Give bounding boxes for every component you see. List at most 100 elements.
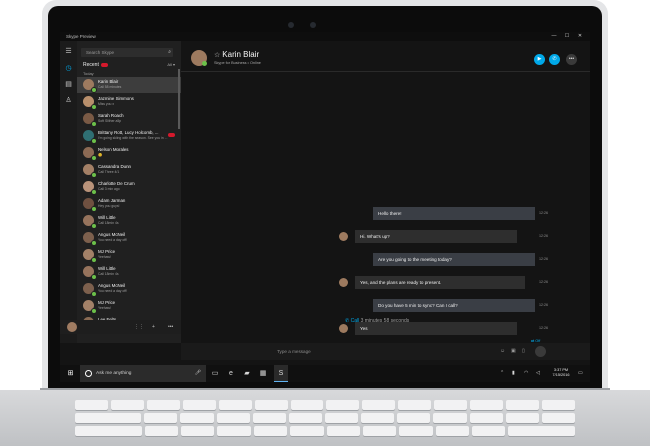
people-icon[interactable]: ♙	[63, 95, 74, 106]
maximize-button[interactable]: ☐	[561, 32, 573, 41]
contact-name[interactable]: ☆ Karin Blair	[214, 50, 259, 59]
sender-avatar	[339, 278, 348, 287]
panel-bottom-bar: ⋮⋮ + •••	[60, 320, 181, 334]
recent-icon[interactable]: ◷	[63, 63, 74, 74]
message-time: 12:26	[539, 234, 548, 238]
notification-icon[interactable]: ▭	[578, 365, 583, 382]
emoji-icon[interactable]: ☺	[500, 343, 505, 360]
more-options-icon[interactable]: •••	[168, 320, 173, 334]
contact-last-message: You need a day off!	[98, 289, 128, 293]
clock[interactable]: 3:37 PM 7/15/2016	[547, 368, 575, 378]
clock-date: 7/15/2016	[552, 373, 570, 377]
recent-label: Recent	[83, 62, 99, 68]
network-icon[interactable]: ▮	[512, 365, 515, 382]
dialpad-icon[interactable]: ⋮⋮	[134, 320, 144, 334]
contact-name: Jazmine Simmons	[98, 96, 134, 101]
contacts-icon[interactable]: ▤	[63, 79, 74, 90]
hamburger-icon[interactable]: ☰	[63, 46, 74, 57]
contact-last-message: Call 58 minutes	[98, 85, 122, 89]
contact-item[interactable]: Sarah Roach Soft Slither a5p	[77, 111, 181, 127]
contact-item[interactable]: MJ Price Yeehaw!	[77, 298, 181, 314]
contact-name: MJ Price	[98, 300, 116, 305]
contact-item[interactable]: Charlotte De Crum Call 3 min ago	[77, 179, 181, 195]
attach-icon[interactable]: ▯	[522, 343, 525, 360]
message-time: 12:26	[539, 280, 548, 284]
window-title: Skype Preview	[66, 34, 96, 39]
audio-call-icon[interactable]: ✆	[549, 54, 560, 65]
taskbar: ⊞ Ask me anything 🎤︎ ▭ e ▰ ▦ S ⌃ ▮ ◠ ◁ 3…	[60, 365, 590, 382]
camera-lens	[310, 22, 316, 28]
search-icon: ⌕	[168, 49, 171, 55]
close-button[interactable]: ✕	[574, 32, 586, 41]
presence-dot	[91, 87, 97, 93]
contact-last-message: Hey you guys!	[98, 204, 120, 208]
contact-name: Angus McNeil	[98, 283, 126, 288]
presence-dot	[91, 274, 97, 280]
contact-item[interactable]: Will Little Call 18min 4s	[77, 213, 181, 229]
windows-start-icon[interactable]: ⊞	[64, 365, 77, 382]
recent-header[interactable]: Recent	[83, 61, 108, 69]
contact-name: Will Little	[98, 215, 116, 220]
contact-item[interactable]: Nelson Morales 😊	[77, 145, 181, 161]
contact-item[interactable]: Cassandra Dunn Call Three 4/1	[77, 162, 181, 178]
contact-name: Karin Blair	[98, 79, 119, 84]
compose-bar: Type a message ☺ ▣ ▯	[181, 343, 590, 360]
presence-dot	[91, 291, 97, 297]
volume-icon[interactable]: ◁	[536, 365, 540, 382]
contact-item[interactable]: Jazmine Simmons Miss you x	[77, 94, 181, 110]
contact-item[interactable]: Angus McNeil You need a day off!	[77, 230, 181, 246]
send-button[interactable]	[535, 346, 546, 357]
contact-item[interactable]: Adam Jarman Hey you guys!	[77, 196, 181, 212]
tray-overflow-icon[interactable]: ⌃	[500, 365, 504, 382]
incoming-message[interactable]: Yes, and the plans are ready to present.	[355, 276, 525, 289]
unread-badge	[100, 62, 108, 67]
contact-item[interactable]: Brittany Rott, Lucy Holcomb, ... I'm goin…	[77, 128, 181, 144]
contact-item[interactable]: Will Little Call 18min 4s	[77, 264, 181, 280]
contact-last-message: 😊	[98, 153, 103, 157]
image-icon[interactable]: ▣	[511, 343, 516, 360]
skype-icon[interactable]: S	[274, 365, 288, 382]
contact-last-message: Miss you x	[98, 102, 115, 106]
contact-last-message: Call 18min 4s	[98, 221, 119, 225]
cortana-search[interactable]: Ask me anything 🎤︎	[80, 365, 206, 382]
contact-status: Skype for Business • Online	[214, 61, 261, 65]
call-label: Call	[350, 318, 360, 324]
store-icon[interactable]: ▦	[256, 365, 270, 382]
contact-item[interactable]: Karin Blair Call 58 minutes	[77, 77, 181, 93]
message-time: 12:26	[539, 257, 548, 261]
add-icon[interactable]: +	[152, 320, 155, 334]
microphone-icon[interactable]: 🎤︎	[195, 365, 201, 382]
task-view-icon[interactable]: ▭	[208, 365, 222, 382]
minimize-button[interactable]: —	[548, 32, 560, 41]
presence-dot	[91, 257, 97, 263]
nav-rail: ☰ ◷ ▤ ♙ ⚙	[60, 41, 77, 343]
search-placeholder: Search Skype	[86, 50, 115, 55]
sender-avatar	[339, 324, 348, 333]
outgoing-message[interactable]: Are you going to the meeting today?	[373, 253, 535, 266]
compose-input[interactable]: Type a message	[277, 343, 311, 360]
outgoing-message[interactable]: Hello there!	[373, 207, 535, 220]
video-call-icon[interactable]: ▶	[534, 54, 545, 65]
contact-last-message: Call 18min 4s	[98, 272, 119, 276]
contact-name: Sarah Roach	[98, 113, 124, 118]
contact-item[interactable]: MJ Price Yeehaw!	[77, 247, 181, 263]
contact-last-message: Yeehaw!	[98, 306, 111, 310]
file-explorer-icon[interactable]: ▰	[240, 365, 254, 382]
favorite-star-icon[interactable]: ☆	[214, 52, 220, 59]
incoming-message[interactable]: Hi. What's up?	[355, 230, 517, 243]
more-icon[interactable]: •••	[566, 54, 577, 65]
recent-filter[interactable]: All ▾	[167, 61, 175, 69]
wifi-icon[interactable]: ◠	[524, 365, 528, 382]
message-time: 12:26	[539, 303, 548, 307]
edge-icon[interactable]: e	[224, 365, 238, 382]
scrollbar[interactable]	[178, 69, 180, 129]
call-summary: ✆ Call 3 minutes 58 seconds	[345, 318, 410, 324]
contact-item[interactable]: Angus McNeil You need a day off!	[77, 281, 181, 297]
contact-name: Angus McNeil	[98, 232, 126, 237]
outgoing-message[interactable]: Do you have 5 min to sync? Can I call?	[373, 299, 535, 312]
search-input[interactable]: Search Skype ⌕	[81, 48, 173, 57]
keyboard	[75, 400, 576, 446]
call-duration: 3 minutes 58 seconds	[360, 318, 410, 324]
presence-dot	[202, 61, 207, 66]
my-avatar[interactable]	[67, 322, 77, 332]
